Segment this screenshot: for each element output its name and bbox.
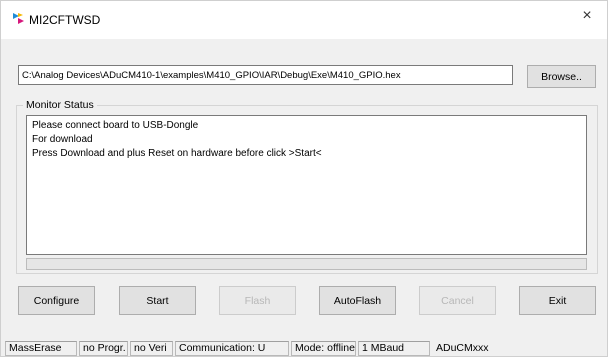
- close-icon: ×: [582, 7, 592, 24]
- exit-button[interactable]: Exit: [519, 286, 596, 315]
- status-program: no Progr.: [79, 341, 128, 356]
- autoflash-button[interactable]: AutoFlash: [319, 286, 396, 315]
- status-baudrate: 1 MBaud: [358, 341, 430, 356]
- log-line: Please connect board to USB-Dongle: [32, 120, 199, 131]
- configure-button[interactable]: Configure: [18, 286, 95, 315]
- monitor-status-log[interactable]: Please connect board to USB-Dongle For d…: [26, 115, 587, 255]
- flash-button[interactable]: Flash: [219, 286, 296, 315]
- browse-button[interactable]: Browse..: [527, 65, 596, 88]
- log-line: For download: [32, 134, 93, 145]
- download-progress-bar: [26, 258, 587, 270]
- status-mode: Mode: offline: [291, 341, 356, 356]
- hex-file-path-input[interactable]: [18, 65, 513, 85]
- cancel-button[interactable]: Cancel: [419, 286, 496, 315]
- log-line: Press Download and plus Reset on hardwar…: [32, 148, 322, 159]
- status-communication: Communication: U: [175, 341, 289, 356]
- app-logo-icon: [13, 13, 24, 24]
- start-button[interactable]: Start: [119, 286, 196, 315]
- monitor-status-label: Monitor Status: [23, 99, 97, 111]
- status-masserase: MassErase: [5, 341, 77, 356]
- status-bar: MassErase no Progr. no Veri Communicatio…: [1, 338, 607, 357]
- status-verify: no Veri: [130, 341, 173, 356]
- title-bar[interactable]: MI2CFTWSD ×: [1, 1, 607, 39]
- monitor-status-group: Monitor Status Please connect board to U…: [16, 99, 598, 274]
- window-title: MI2CFTWSD: [29, 13, 101, 27]
- app-window: MI2CFTWSD × Browse.. Monitor Status Plea…: [0, 0, 608, 357]
- status-device: ADuCMxxx: [436, 342, 489, 354]
- close-button[interactable]: ×: [567, 1, 607, 31]
